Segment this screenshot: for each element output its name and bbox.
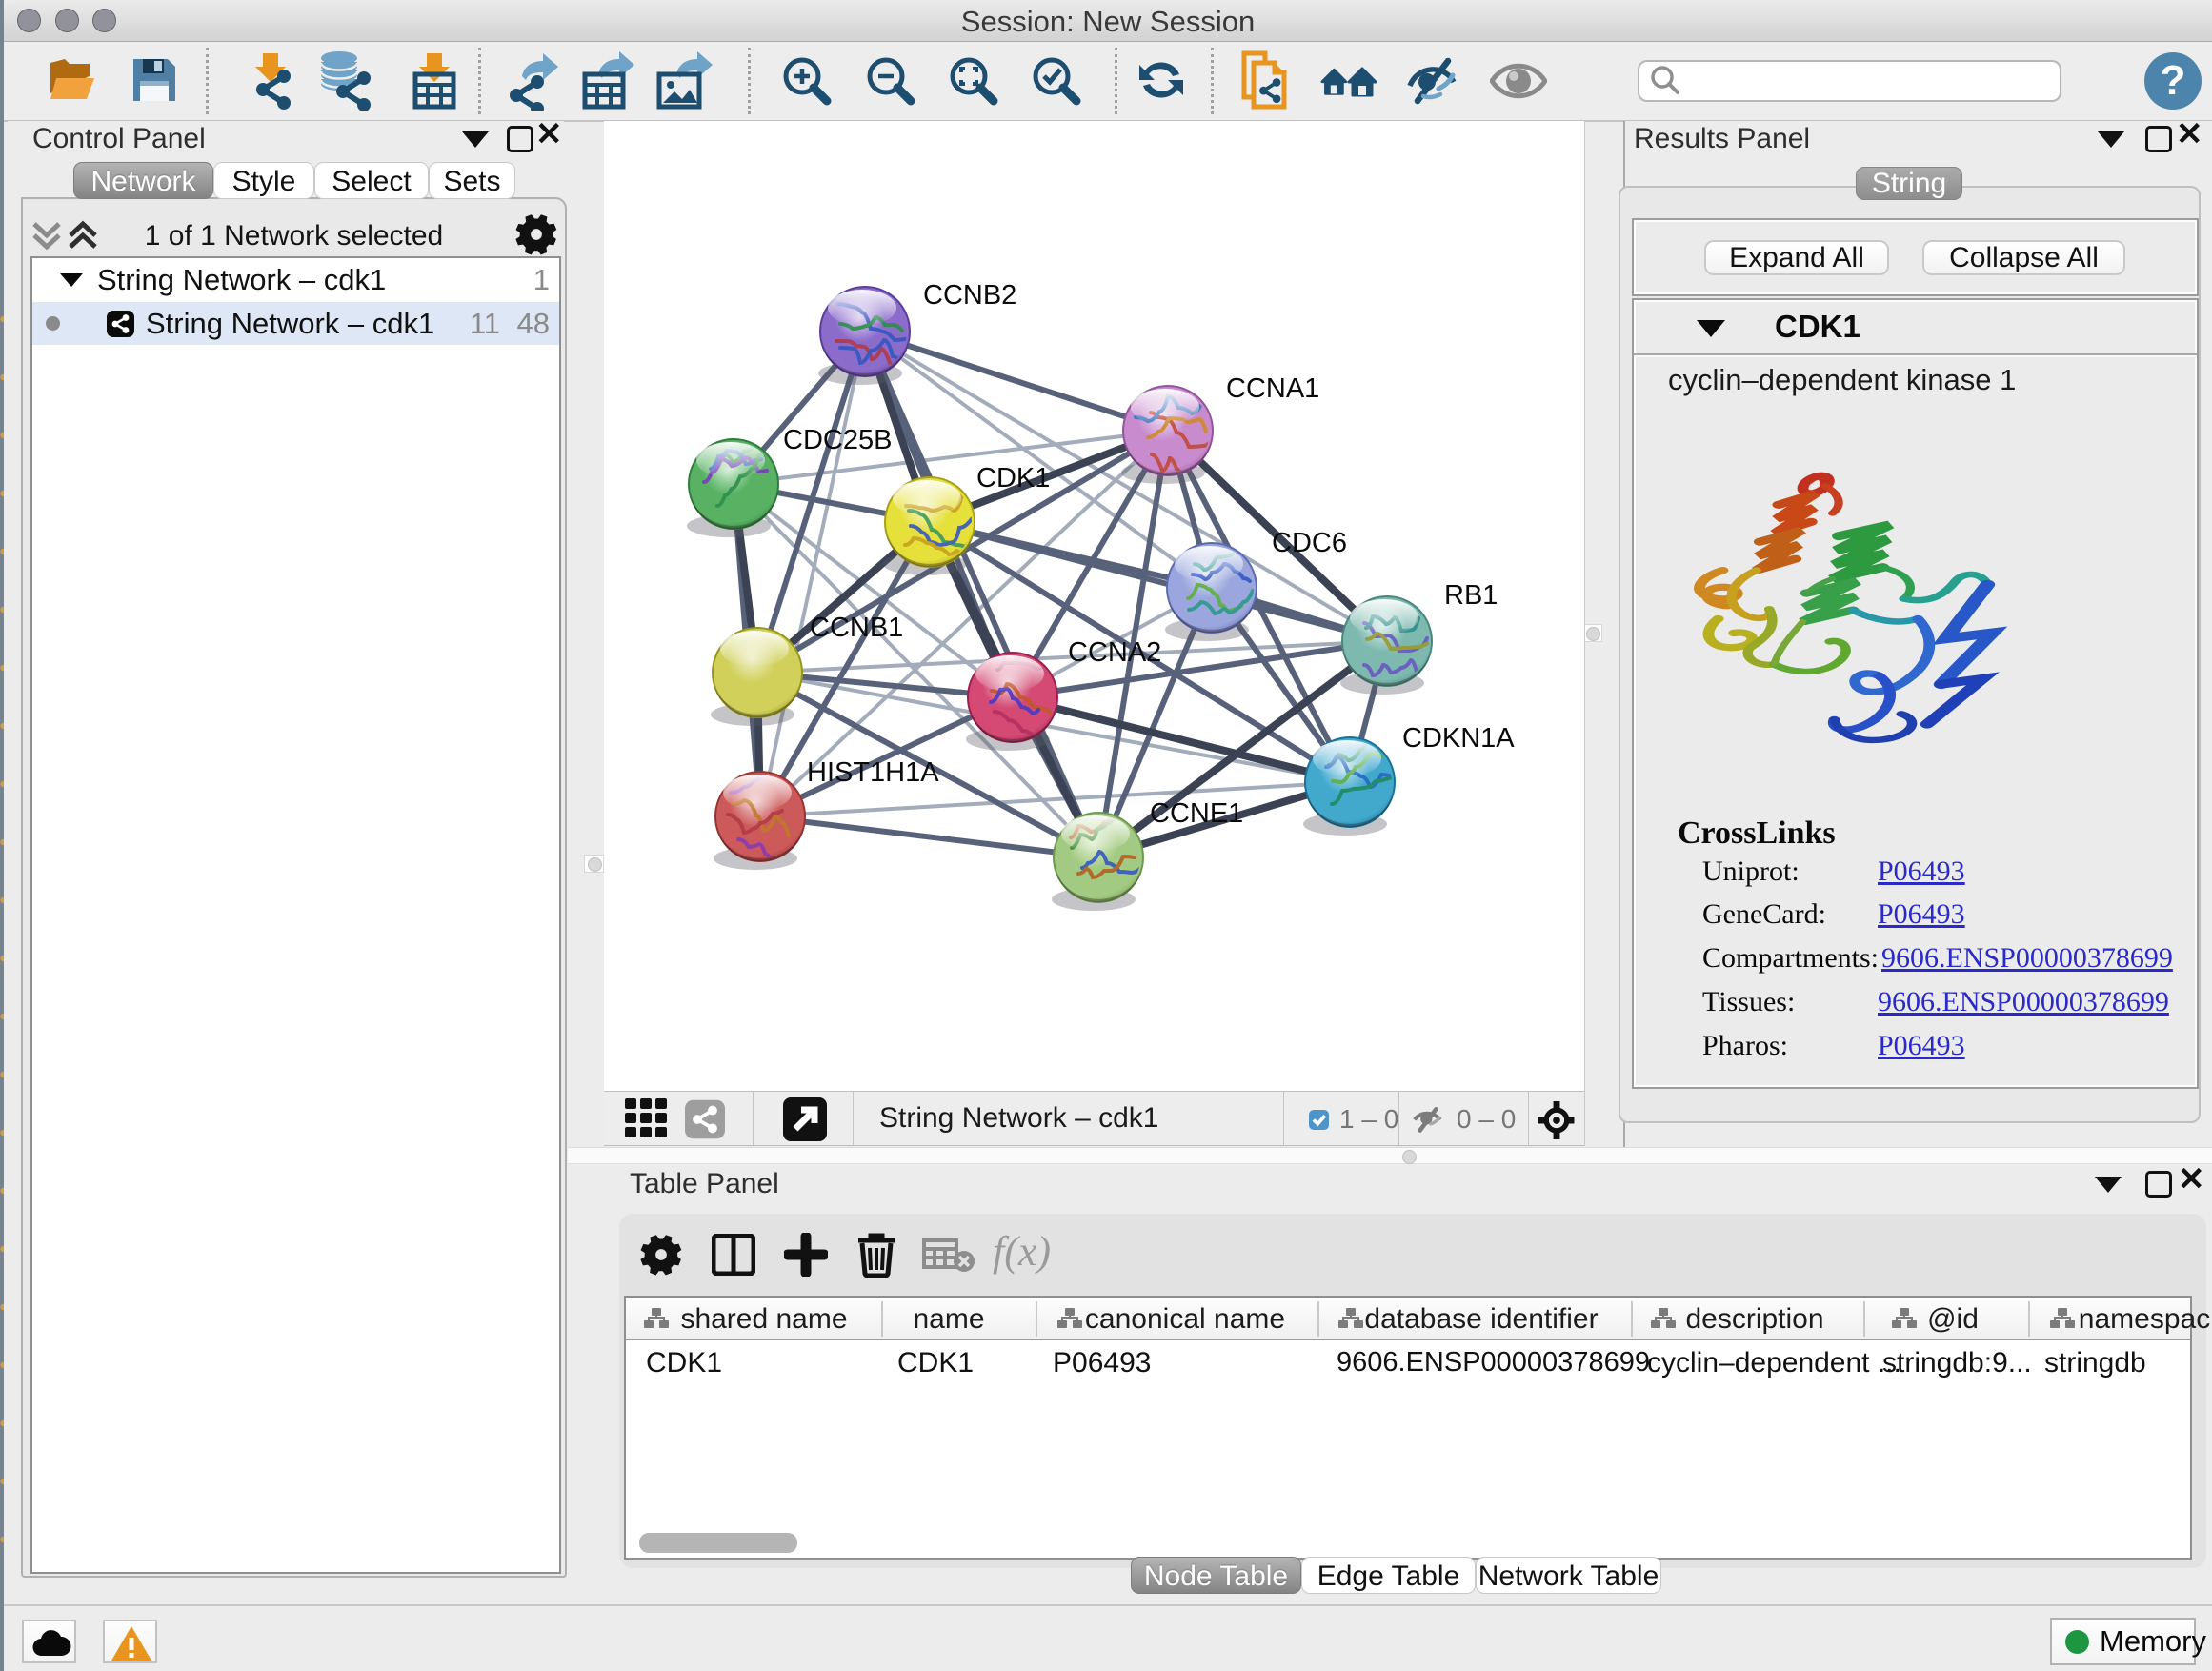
svg-text:CCNB1: CCNB1 — [810, 613, 903, 643]
svg-text:HIST1H1A: HIST1H1A — [807, 757, 939, 788]
svg-text:CDK1: CDK1 — [976, 463, 1050, 493]
svg-text:CDKN1A: CDKN1A — [1402, 723, 1515, 754]
svg-text:CCNA1: CCNA1 — [1226, 373, 1319, 404]
svg-text:CCNA2: CCNA2 — [1068, 637, 1161, 668]
svg-text:RB1: RB1 — [1444, 580, 1498, 611]
svg-text:CDC25B: CDC25B — [783, 425, 892, 455]
svg-text:CCNE1: CCNE1 — [1150, 798, 1243, 829]
svg-text:CDC6: CDC6 — [1272, 528, 1347, 558]
svg-text:CCNB2: CCNB2 — [923, 280, 1016, 311]
